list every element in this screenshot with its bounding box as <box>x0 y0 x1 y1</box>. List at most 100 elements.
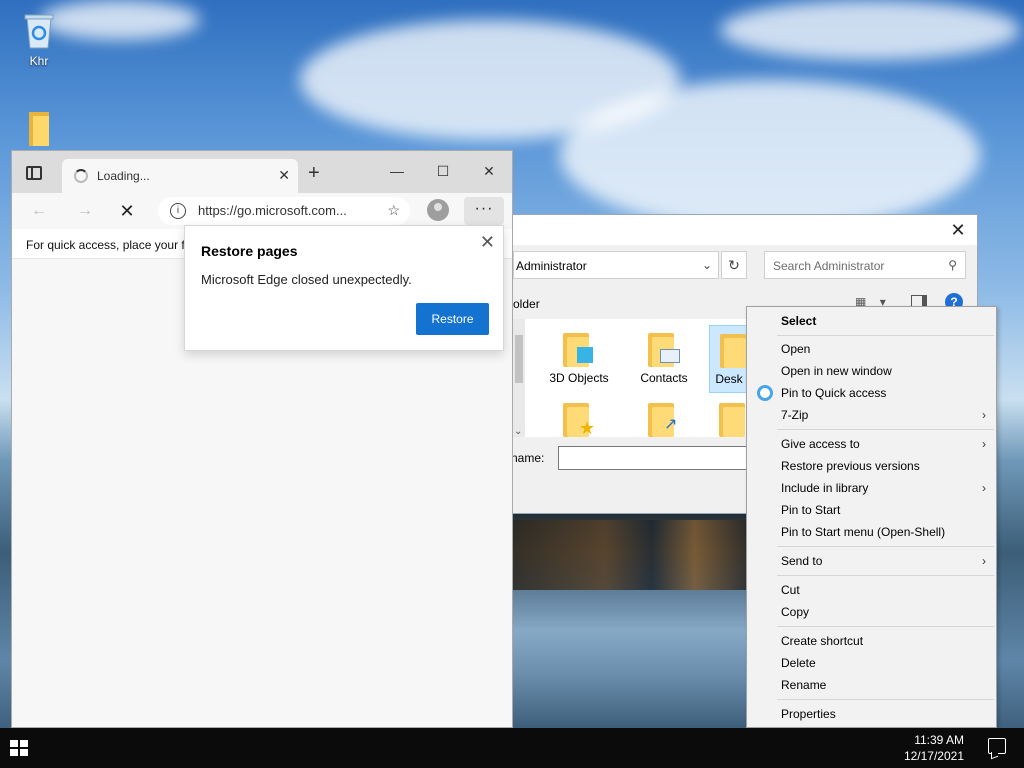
tab-actions-icon[interactable] <box>26 166 42 180</box>
add-favorite-icon[interactable]: ☆ <box>387 202 400 219</box>
menu-item-label: Copy <box>781 605 810 619</box>
star-folder-icon: ★ <box>561 399 597 437</box>
folder-icon <box>717 399 749 437</box>
clock-date: 12/17/2021 <box>903 749 964 763</box>
minimize-icon[interactable]: — <box>382 159 412 183</box>
folder-favorites[interactable]: ★ <box>541 399 617 437</box>
refresh-icon[interactable]: ↻ <box>721 251 747 279</box>
new-folder-label[interactable]: older <box>513 297 540 311</box>
edge-tab[interactable]: Loading... ✕ <box>62 159 298 193</box>
menu-item-label: Pin to Start <box>781 503 841 517</box>
tab-close-icon[interactable]: ✕ <box>278 167 290 184</box>
folder-3d-icon <box>561 329 597 367</box>
chevron-down-icon[interactable]: ⌄ <box>702 258 712 272</box>
close-icon[interactable]: ✕ <box>474 159 504 183</box>
menu-item-label: Cut <box>781 583 800 597</box>
scrollbar-thumb[interactable] <box>515 335 523 383</box>
folder-links[interactable]: ↗ <box>626 399 702 437</box>
search-icon: ⚲ <box>948 258 957 272</box>
menu-separator <box>777 546 994 547</box>
clock-time: 11:39 AM <box>914 733 964 747</box>
menu-item-label: Pin to Quick access <box>781 386 887 400</box>
desktop-icon-recycle-bin[interactable]: Khr <box>9 10 69 68</box>
menu-item-pin-quick-access[interactable]: Pin to Quick access <box>747 382 996 404</box>
url-input[interactable]: i https://go.microsoft.com... ☆ <box>158 197 410 225</box>
desktop-icon-folder[interactable] <box>9 108 69 152</box>
chevron-right-icon: › <box>982 437 986 451</box>
menu-item-pin-start-openshell[interactable]: Pin to Start menu (Open-Shell) <box>747 521 996 543</box>
info-icon[interactable]: i <box>170 203 186 219</box>
menu-item-delete[interactable]: Delete <box>747 652 996 674</box>
menu-item-label: Rename <box>781 678 827 692</box>
close-icon[interactable]: ✕ <box>480 232 495 253</box>
folder-icon <box>29 112 49 146</box>
menu-item-properties[interactable]: Properties <box>747 703 996 725</box>
menu-item-give-access[interactable]: Give access to › <box>747 433 996 455</box>
menu-item-label: Select <box>781 314 817 328</box>
new-tab-icon[interactable]: + <box>308 163 320 183</box>
menu-item-label: Properties <box>781 707 836 721</box>
menu-item-label: Delete <box>781 656 816 670</box>
file-name-input[interactable] <box>558 446 750 470</box>
explorer-address-text: Administrator <box>516 259 587 273</box>
restore-message: Microsoft Edge closed unexpectedly. <box>201 272 412 287</box>
folder-desktop[interactable]: Desk <box>709 325 749 393</box>
forward-icon[interactable]: → <box>72 199 98 223</box>
shortcut-folder-icon: ↗ <box>646 399 682 437</box>
explorer-address-bar[interactable]: Administrator ⌄ <box>513 251 719 279</box>
chevron-right-icon: › <box>982 408 986 422</box>
folder-desktop-icon <box>718 330 748 368</box>
scrollbar[interactable]: ⌄ <box>513 319 525 437</box>
back-icon[interactable]: ← <box>26 199 52 223</box>
menu-separator <box>777 575 994 576</box>
menu-item-cut[interactable]: Cut <box>747 579 996 601</box>
menu-item-7zip[interactable]: 7-Zip › <box>747 404 996 426</box>
desktop-icon-label: Khr <box>29 54 49 68</box>
scroll-down-arrow[interactable]: ⌄ <box>514 426 522 437</box>
folder-label: Desk <box>715 372 743 386</box>
menu-separator <box>777 429 994 430</box>
taskbar: 11:39 AM 12/17/2021 <box>0 728 1024 768</box>
menu-item-pin-start[interactable]: Pin to Start <box>747 499 996 521</box>
pin-quick-access-icon <box>757 385 773 401</box>
menu-item-restore-previous[interactable]: Restore previous versions <box>747 455 996 477</box>
menu-item-label: Create shortcut <box>781 634 864 648</box>
explorer-close-button[interactable]: ✕ <box>947 219 969 241</box>
menu-separator <box>777 335 994 336</box>
menu-item-copy[interactable]: Copy <box>747 601 996 623</box>
restore-button[interactable]: Restore <box>416 303 489 335</box>
menu-item-rename[interactable]: Rename <box>747 674 996 696</box>
menu-item-send-to[interactable]: Send to › <box>747 550 996 572</box>
menu-item-open[interactable]: Open <box>747 338 996 360</box>
menu-item-label: Open <box>781 342 811 356</box>
maximize-icon[interactable]: ☐ <box>428 159 458 183</box>
taskbar-clock[interactable]: 11:39 AM 12/17/2021 <box>904 732 964 764</box>
profile-avatar-icon[interactable] <box>427 199 449 221</box>
more-options-button[interactable]: ··· <box>464 197 504 225</box>
url-text: https://go.microsoft.com... <box>198 203 347 218</box>
menu-separator <box>777 626 994 627</box>
edge-tab-strip[interactable]: Loading... ✕ + — ☐ ✕ <box>12 151 512 193</box>
folder-3d-objects[interactable]: 3D Objects <box>541 329 617 385</box>
menu-item-select[interactable]: Select <box>747 310 996 332</box>
stop-loading-icon[interactable]: ✕ <box>114 199 140 223</box>
explorer-search-input[interactable]: Search Administrator ⚲ <box>764 251 966 279</box>
menu-item-create-shortcut[interactable]: Create shortcut <box>747 630 996 652</box>
menu-item-label: Send to <box>781 554 823 568</box>
menu-item-include-library[interactable]: Include in library › <box>747 477 996 499</box>
folder-contacts[interactable]: Contacts <box>626 329 702 385</box>
folder-label: 3D Objects <box>549 371 609 385</box>
folder-more[interactable] <box>709 399 749 437</box>
menu-item-open-new-window[interactable]: Open in new window <box>747 360 996 382</box>
chevron-right-icon: › <box>982 554 986 568</box>
tab-title: Loading... <box>97 169 150 183</box>
menu-separator <box>777 699 994 700</box>
restore-title: Restore pages <box>201 243 298 259</box>
explorer-titlebar[interactable]: ✕ <box>501 215 977 245</box>
loading-spinner-icon <box>74 169 88 183</box>
menu-item-label: Give access to <box>781 437 860 451</box>
windows-start-icon[interactable] <box>10 740 28 756</box>
folder-contacts-icon <box>646 329 682 367</box>
edge-address-bar: ← → ✕ i https://go.microsoft.com... ☆ ··… <box>12 193 512 229</box>
notification-center-icon[interactable] <box>988 738 1006 754</box>
